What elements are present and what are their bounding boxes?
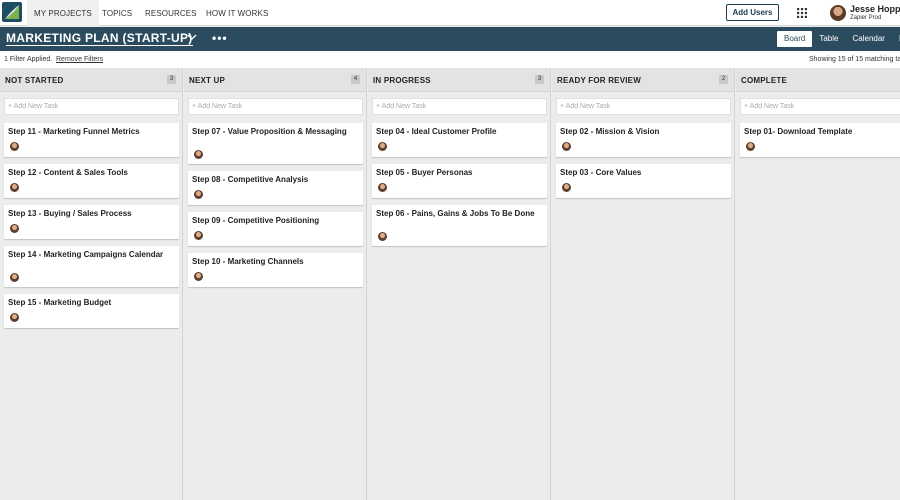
task-card[interactable]: Step 01- Download Template: [740, 123, 900, 157]
tab-files[interactable]: Files: [892, 31, 900, 47]
task-title: Step 04 - Ideal Customer Profile: [376, 127, 497, 136]
task-title: Step 12 - Content & Sales Tools: [8, 168, 128, 177]
task-card[interactable]: Step 07 - Value Proposition & Messaging: [188, 123, 363, 164]
column-title: READY FOR REVIEW: [557, 76, 641, 85]
nav-resources[interactable]: RESOURCES: [145, 0, 197, 26]
assignee-avatar[interactable]: [10, 273, 19, 282]
app-logo[interactable]: [2, 2, 22, 22]
column-title: NOT STARTED: [5, 76, 64, 85]
task-card[interactable]: Step 08 - Competitive Analysis: [188, 171, 363, 205]
assignee-avatar[interactable]: [378, 183, 387, 192]
task-title: Step 05 - Buyer Personas: [376, 168, 473, 177]
assignee-avatar[interactable]: [378, 232, 387, 241]
task-card[interactable]: Step 04 - Ideal Customer Profile: [372, 123, 547, 157]
assignee-avatar[interactable]: [378, 142, 387, 151]
task-title: Step 15 - Marketing Budget: [8, 298, 112, 307]
task-title: Step 11 - Marketing Funnel Metrics: [8, 127, 140, 136]
task-title: Step 03 - Core Values: [560, 168, 642, 177]
assignee-avatar[interactable]: [194, 190, 203, 199]
column-header: NOT STARTED 3: [0, 68, 182, 92]
apps-grid-icon[interactable]: [797, 8, 807, 18]
column-title: COMPLETE: [741, 76, 788, 85]
task-title: Step 01- Download Template: [744, 127, 853, 136]
task-title: Step 02 - Mission & Vision: [560, 127, 660, 136]
user-name[interactable]: Jesse Hopps: [850, 4, 900, 14]
column-count-badge: 3: [535, 75, 544, 84]
column-count-badge: 2: [719, 75, 728, 84]
tab-calendar[interactable]: Calendar: [845, 31, 891, 47]
add-task-input[interactable]: + Add New Task: [4, 98, 179, 115]
task-card[interactable]: Step 11 - Marketing Funnel Metrics: [4, 123, 179, 157]
column-title: NEXT UP: [189, 76, 226, 85]
board-column: NEXT UP 4 + Add New Task Step 07 - Value Pr…: [184, 68, 367, 500]
add-task-input[interactable]: + Add New Task: [188, 98, 363, 115]
board-column: IN PROGRESS 3 + Add New Task Step 04 - Idea…: [368, 68, 551, 500]
board-column: READY FOR REVIEW 2 + Add New Task Step 02 -…: [552, 68, 735, 500]
assignee-avatar[interactable]: [194, 272, 203, 281]
column-header: COMPLETE: [736, 68, 900, 92]
task-count: Showing 15 of 15 matching tasks: [809, 56, 900, 63]
column-header: IN PROGRESS 3: [368, 68, 550, 92]
task-title: Step 06 - Pains, Gains & Jobs To Be Done: [376, 209, 535, 218]
filter-status: 1 Filter Applied.: [4, 56, 53, 63]
column-count-badge: 3: [167, 75, 176, 84]
task-card[interactable]: Step 09 - Competitive Positioning: [188, 212, 363, 246]
task-card[interactable]: Step 10 - Marketing Channels: [188, 253, 363, 287]
board-column: COMPLETE + Add New Task Step 01- Download …: [736, 68, 900, 500]
assignee-avatar[interactable]: [194, 231, 203, 240]
kanban-board: NOT STARTED 3 + Add New Task Step 11 - Mark…: [0, 68, 900, 500]
user-org: Zapier Prod: [850, 15, 882, 21]
assignee-avatar[interactable]: [10, 224, 19, 233]
assignee-avatar[interactable]: [10, 313, 19, 322]
task-title: Step 09 - Competitive Positioning: [192, 216, 320, 225]
assignee-avatar[interactable]: [562, 142, 571, 151]
column-title: IN PROGRESS: [373, 76, 431, 85]
project-header: MARKETING PLAN (START-UP) ••• Board Tabl…: [0, 27, 900, 51]
assignee-avatar[interactable]: [746, 142, 755, 151]
assignee-avatar[interactable]: [10, 142, 19, 151]
task-title: Step 07 - Value Proposition & Messaging: [192, 127, 347, 136]
nav-how-it-works[interactable]: HOW IT WORKS: [206, 0, 268, 26]
assignee-avatar[interactable]: [10, 183, 19, 192]
task-card[interactable]: Step 05 - Buyer Personas: [372, 164, 547, 198]
task-card[interactable]: Step 12 - Content & Sales Tools: [4, 164, 179, 198]
task-card[interactable]: Step 06 - Pains, Gains & Jobs To Be Done: [372, 205, 547, 246]
user-avatar[interactable]: [830, 5, 846, 21]
view-tabs: Board Table Calendar Files: [777, 31, 900, 47]
add-task-input[interactable]: + Add New Task: [556, 98, 731, 115]
add-task-input[interactable]: + Add New Task: [740, 98, 900, 115]
filter-bar: 1 Filter Applied. Remove Filters Showing…: [0, 51, 900, 68]
task-card[interactable]: Step 13 - Buying / Sales Process: [4, 205, 179, 239]
task-title: Step 08 - Competitive Analysis: [192, 175, 309, 184]
task-title: Step 10 - Marketing Channels: [192, 257, 304, 266]
task-title: Step 13 - Buying / Sales Process: [8, 209, 132, 218]
project-title[interactable]: MARKETING PLAN (START-UP): [6, 31, 193, 46]
assignee-avatar[interactable]: [194, 150, 203, 159]
tab-table[interactable]: Table: [812, 31, 845, 47]
task-card[interactable]: Step 03 - Core Values: [556, 164, 731, 198]
task-card[interactable]: Step 14 - Marketing Campaigns Calendar: [4, 246, 179, 287]
nav-my-projects[interactable]: MY PROJECTS: [27, 0, 99, 26]
tab-board[interactable]: Board: [777, 31, 813, 47]
task-title: Step 14 - Marketing Campaigns Calendar: [8, 250, 164, 259]
remove-filters-link[interactable]: Remove Filters: [56, 51, 103, 68]
column-header: READY FOR REVIEW 2: [552, 68, 734, 92]
column-header: NEXT UP 4: [184, 68, 366, 92]
nav-topics[interactable]: TOPICS: [102, 0, 132, 26]
top-nav: MY PROJECTS TOPICS RESOURCES HOW IT WORK…: [0, 0, 900, 26]
task-card[interactable]: Step 02 - Mission & Vision: [556, 123, 731, 157]
assignee-avatar[interactable]: [562, 183, 571, 192]
board-column: NOT STARTED 3 + Add New Task Step 11 - Mark…: [0, 68, 183, 500]
more-options-icon[interactable]: •••: [212, 31, 228, 45]
chevron-down-icon[interactable]: [187, 33, 197, 41]
column-count-badge: 4: [351, 75, 360, 84]
add-task-input[interactable]: + Add New Task: [372, 98, 547, 115]
task-card[interactable]: Step 15 - Marketing Budget: [4, 294, 179, 328]
add-users-button[interactable]: Add Users: [726, 4, 779, 21]
